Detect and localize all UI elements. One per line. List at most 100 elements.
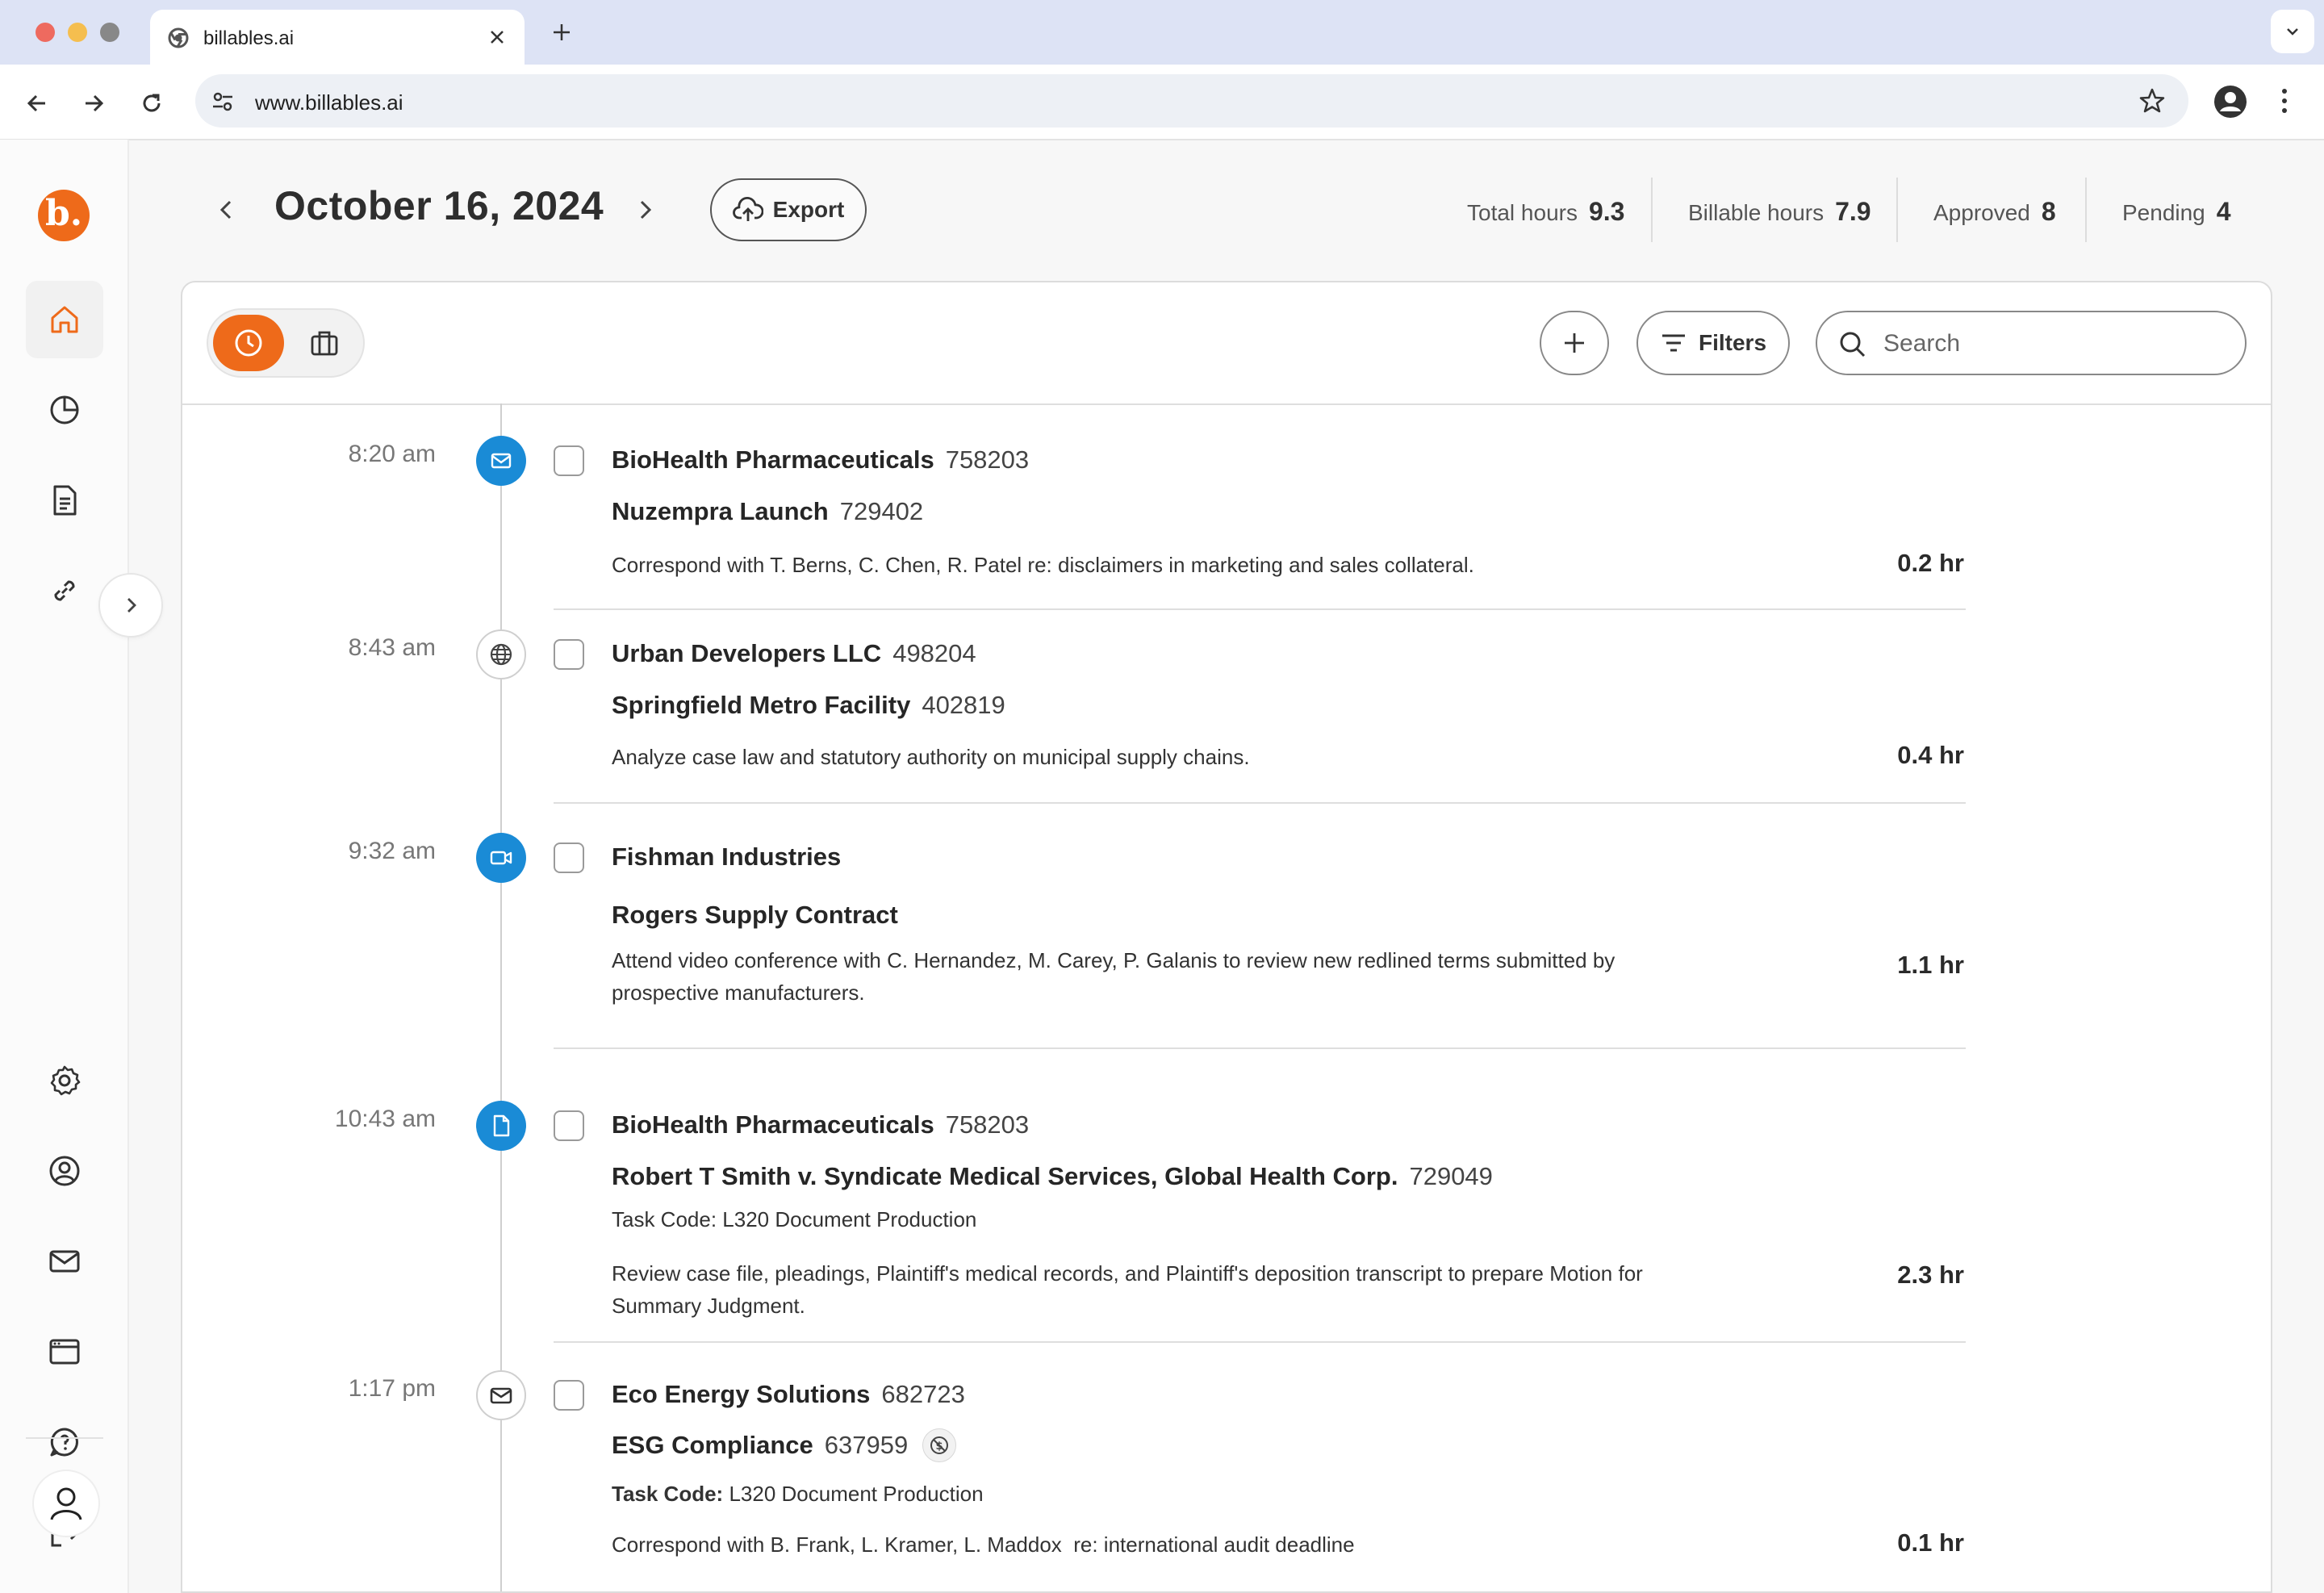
user-circle-icon [47,1153,82,1189]
help-icon [47,1424,82,1460]
entry-matter: ESG Compliance 637959 $ [612,1428,957,1462]
entry-hours[interactable]: 0.4 hr [1796,741,1964,770]
entry-checkbox[interactable] [554,639,584,670]
tab-close-icon[interactable] [487,27,507,47]
sidebar-item-settings[interactable] [26,1042,103,1119]
stat-pending: Pending 4 [2122,197,2231,227]
entry-divider [554,1047,1966,1049]
matter-number: 729049 [1409,1162,1493,1190]
time-entry: 8:20 am BioHealth Pharmaceuticals 758203 … [182,403,2271,610]
window-close-dot[interactable] [36,23,55,42]
entry-task-code: Task Code: L320 Document Production [612,1207,977,1231]
time-entry: 10:43 am BioHealth Pharmaceuticals 758203… [182,1057,2271,1343]
matter-name: Nuzempra Launch [612,497,829,525]
time-entries-panel: Filters 8:20 am BioHealth Pharmaceutical… [181,281,2272,1593]
time-entry: 8:43 am Urban Developers LLC 498204 Sprin… [182,597,2271,804]
tab-search-chevron-icon[interactable] [2271,10,2314,53]
entry-hours[interactable]: 0.1 hr [1796,1528,1964,1557]
stat-label: Total hours [1467,200,1578,225]
client-number: 498204 [892,639,976,667]
briefcase-icon [308,327,341,359]
stat-divider [1896,178,1898,242]
sidebar-item-documents[interactable] [26,462,103,539]
search-input[interactable] [1882,324,2224,364]
entry-description[interactable]: Review case file, pleadings, Plaintiff's… [612,1257,1685,1322]
next-day-button[interactable] [633,195,657,224]
stat-divider [2085,178,2087,242]
timeline-view-button[interactable] [213,315,284,371]
sidebar-item-mail[interactable] [26,1223,103,1300]
window-maximize-dot[interactable] [100,23,119,42]
entry-time: 1:17 pm [348,1375,436,1402]
page-title-date: October 16, 2024 [274,183,604,228]
entry-source-badge [476,833,526,883]
entry-hours[interactable]: 2.3 hr [1796,1261,1964,1290]
entry-checkbox[interactable] [554,1110,584,1141]
profile-icon [45,1482,87,1524]
forward-icon[interactable] [81,90,107,116]
bookmark-star-icon[interactable] [2138,87,2166,115]
entry-description[interactable]: Analyze case law and statutory authority… [612,741,1693,773]
matter-name: ESG Compliance [612,1431,813,1459]
new-tab-icon[interactable] [550,21,573,44]
address-bar[interactable]: www.billables.ai [195,74,2188,128]
browser-tab[interactable]: billables.ai [150,10,525,65]
non-billable-icon[interactable]: $ [922,1428,957,1462]
sidebar-expand-button[interactable] [98,573,163,638]
sidebar-item-browser[interactable] [26,1313,103,1390]
client-name: BioHealth Pharmaceuticals [612,1110,934,1139]
window-minimize-dot[interactable] [68,23,87,42]
browser-menu-icon[interactable] [2280,87,2288,115]
sidebar-item-integrations[interactable] [26,552,103,629]
reload-icon[interactable] [139,90,165,116]
time-entry: 1:17 pm Eco Energy Solutions 682723 ESG C… [182,1341,2271,1591]
entry-time: 9:32 am [348,838,436,864]
browser-window-icon [47,1334,82,1369]
sidebar-item-profile[interactable] [32,1470,100,1537]
document-icon [489,1113,513,1139]
browser-tab-bar: billables.ai [0,0,2324,65]
entry-time: 8:20 am [348,441,436,467]
stat-value: 7.9 [1835,197,1871,226]
search-field[interactable] [1816,311,2247,375]
site-settings-icon[interactable] [211,90,234,113]
entry-hours[interactable]: 1.1 hr [1796,951,1964,980]
back-icon[interactable] [24,90,50,116]
entry-checkbox[interactable] [554,1380,584,1411]
entry-checkbox[interactable] [554,842,584,873]
browser-profile-icon[interactable] [2213,84,2248,119]
export-button[interactable]: Export [710,178,867,241]
entry-description[interactable]: Correspond with B. Frank, L. Kramer, L. … [612,1528,1693,1561]
entry-checkbox[interactable] [554,445,584,476]
search-icon [1838,330,1867,359]
client-number: 758203 [945,1110,1030,1139]
sidebar-item-home[interactable] [26,281,103,358]
entry-description[interactable]: Correspond with T. Berns, C. Chen, R. Pa… [612,549,1693,581]
filter-icon [1660,332,1687,354]
stat-value: 8 [2041,197,2056,226]
matter-number: 402819 [922,691,1005,719]
entry-hours[interactable]: 0.2 hr [1796,549,1964,578]
sidebar-item-reports[interactable] [26,371,103,449]
stat-total-hours: Total hours 9.3 [1467,197,1624,227]
stat-label: Pending [2122,200,2205,225]
link-icon [47,573,82,608]
stat-value: 9.3 [1588,197,1625,226]
sidebar-item-account[interactable] [26,1132,103,1210]
task-code-value: L320 Document Production [729,1482,984,1506]
client-number: 682723 [881,1380,965,1408]
task-code-label: Task Code: [612,1482,724,1506]
stat-approved: Approved 8 [1933,197,2056,227]
stat-label: Approved [1933,200,2030,225]
url-text[interactable]: www.billables.ai [255,90,403,115]
entry-source-badge [476,436,526,486]
matter-number: 729402 [839,497,924,525]
previous-day-button[interactable] [215,195,239,224]
entry-description[interactable]: Attend video conference with C. Hernande… [612,944,1677,1009]
matter-view-button[interactable] [292,315,357,371]
filters-button[interactable]: Filters [1636,311,1790,375]
app-logo[interactable]: b. [38,190,90,241]
stat-billable-hours: Billable hours 7.9 [1688,197,1871,227]
envelope-icon [488,1382,514,1408]
add-entry-button[interactable] [1540,311,1609,375]
